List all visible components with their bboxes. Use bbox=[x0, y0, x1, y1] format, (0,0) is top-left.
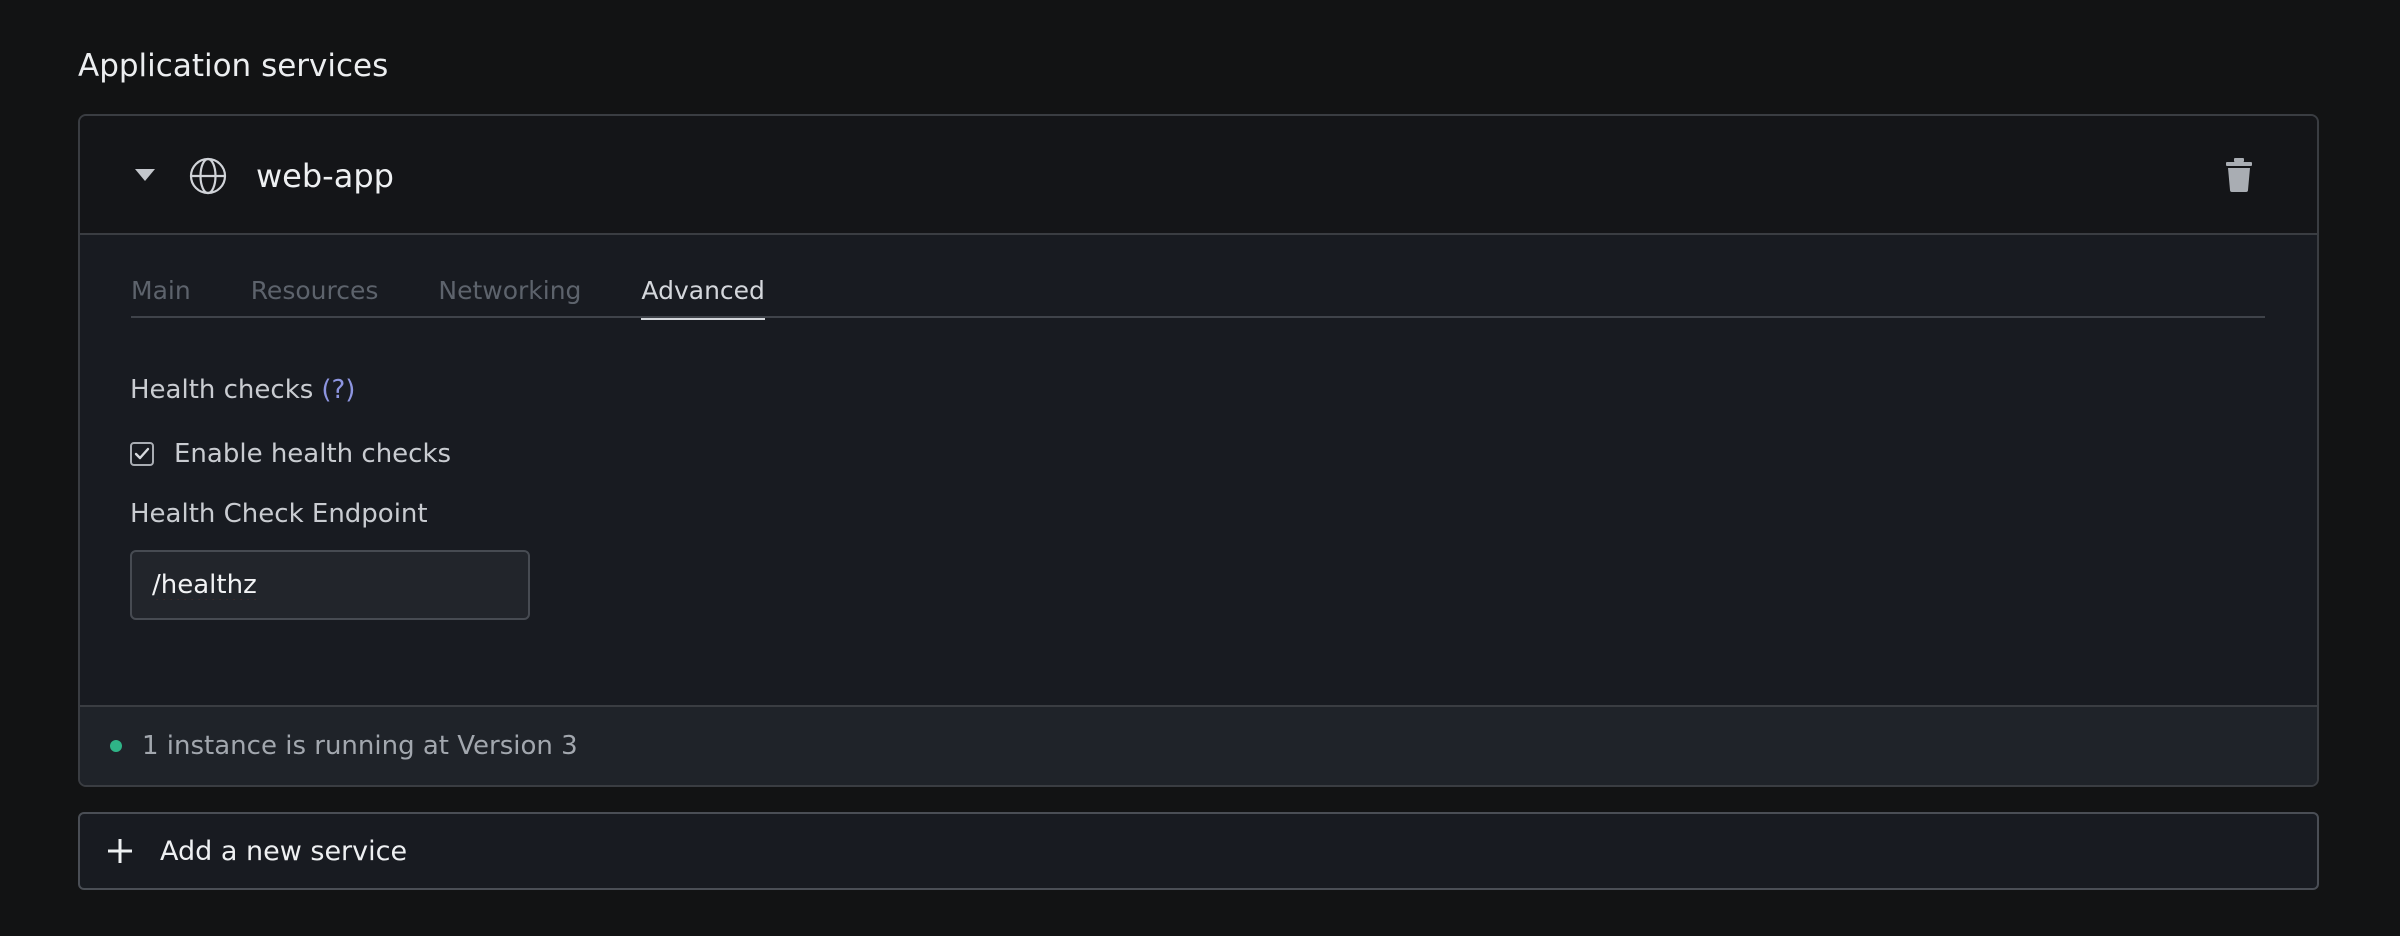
status-dot bbox=[110, 740, 122, 752]
tab-advanced[interactable]: Advanced bbox=[641, 274, 765, 320]
health-checks-label: Health checks bbox=[130, 375, 314, 405]
checkmark-icon bbox=[134, 447, 150, 460]
service-tabs: Main Resources Networking Advanced bbox=[131, 274, 2265, 320]
globe-icon bbox=[189, 157, 227, 195]
chevron-down-icon bbox=[135, 169, 155, 181]
add-service-button[interactable]: Add a new service bbox=[78, 812, 2319, 890]
tab-resources[interactable]: Resources bbox=[251, 274, 379, 318]
status-bar: 1 instance is running at Version 3 bbox=[80, 705, 2317, 785]
endpoint-label: Health Check Endpoint bbox=[130, 499, 428, 529]
collapse-toggle[interactable] bbox=[130, 160, 160, 190]
trash-icon bbox=[2226, 158, 2252, 192]
enable-health-checks-checkbox[interactable] bbox=[130, 442, 154, 466]
health-checks-heading: Health checks (?) bbox=[130, 372, 355, 408]
status-text: 1 instance is running at Version 3 bbox=[142, 731, 578, 761]
health-check-endpoint-input[interactable] bbox=[130, 550, 530, 620]
add-service-label: Add a new service bbox=[160, 835, 408, 867]
tab-networking[interactable]: Networking bbox=[438, 274, 581, 318]
delete-service-button[interactable] bbox=[2221, 156, 2257, 194]
service-card: web-app Main Resources Networking Advanc… bbox=[78, 114, 2319, 787]
tab-main[interactable]: Main bbox=[131, 274, 191, 318]
help-link[interactable]: (?) bbox=[321, 375, 355, 405]
plus-icon bbox=[108, 839, 132, 863]
enable-health-checks-row: Enable health checks bbox=[130, 436, 451, 472]
enable-health-checks-label[interactable]: Enable health checks bbox=[174, 436, 451, 472]
service-name: web-app bbox=[256, 157, 394, 195]
section-title: Application services bbox=[78, 48, 389, 84]
service-header[interactable]: web-app bbox=[80, 116, 2317, 235]
